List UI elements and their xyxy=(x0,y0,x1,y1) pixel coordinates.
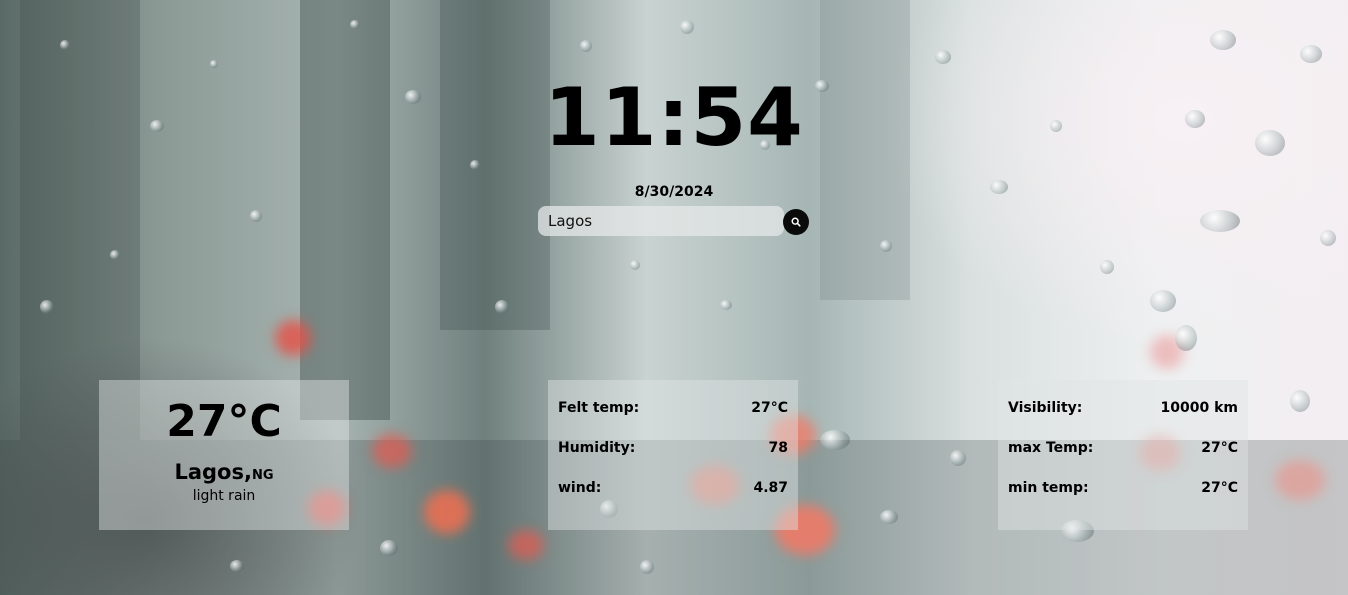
search-icon xyxy=(791,217,801,227)
detail-value: 10000 km xyxy=(1160,400,1238,416)
current-temperature: 27°C xyxy=(166,396,282,447)
weather-description: light rain xyxy=(192,488,256,504)
city-search-input[interactable] xyxy=(538,206,784,236)
detail-row-visibility: Visibility: 10000 km xyxy=(1008,398,1238,438)
detail-row-humidity: Humidity: 78 xyxy=(558,438,788,478)
detail-label: Humidity: xyxy=(558,440,636,456)
clock-time: 11:54 xyxy=(544,71,804,164)
detail-value: 27°C xyxy=(1201,440,1238,456)
current-weather-card: 27°C Lagos,NG light rain xyxy=(99,380,349,530)
detail-value: 27°C xyxy=(1201,480,1238,496)
detail-row-felt-temp: Felt temp: 27°C xyxy=(558,398,788,438)
detail-label: max Temp: xyxy=(1008,440,1094,456)
location: Lagos,NG xyxy=(99,460,349,484)
extra-details-card: Visibility: 10000 km max Temp: 27°C min … xyxy=(998,380,1248,530)
detail-label: Visibility: xyxy=(1008,400,1083,416)
city-name: Lagos, xyxy=(174,460,252,484)
current-date: 8/30/2024 xyxy=(634,184,714,200)
detail-value: 78 xyxy=(768,440,788,456)
detail-label: min temp: xyxy=(1008,480,1089,496)
detail-label: wind: xyxy=(558,480,602,496)
detail-value: 4.87 xyxy=(753,480,788,496)
search-button[interactable] xyxy=(783,209,809,235)
search-bar xyxy=(538,206,812,238)
weather-details-card: Felt temp: 27°C Humidity: 78 wind: 4.87 xyxy=(548,380,798,530)
detail-value: 27°C xyxy=(751,400,788,416)
detail-label: Felt temp: xyxy=(558,400,640,416)
detail-row-wind: wind: 4.87 xyxy=(558,478,788,518)
country-code: NG xyxy=(251,468,274,483)
detail-row-min-temp: min temp: 27°C xyxy=(1008,478,1238,518)
detail-row-max-temp: max Temp: 27°C xyxy=(1008,438,1238,478)
